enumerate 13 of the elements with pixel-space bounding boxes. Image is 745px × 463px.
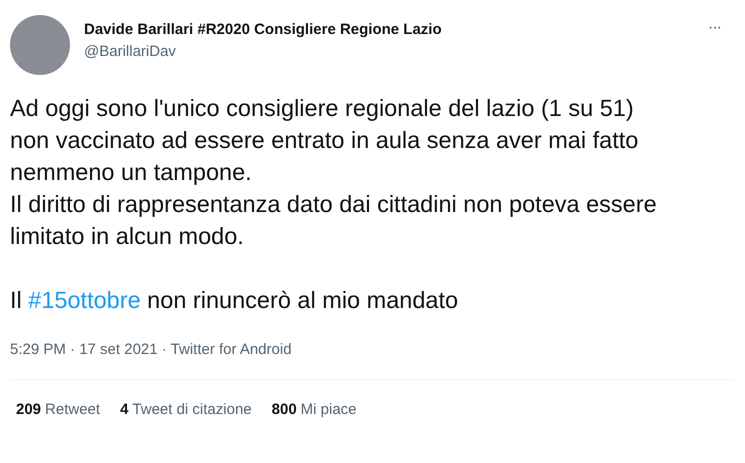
- more-button[interactable]: ···: [708, 19, 721, 37]
- stat-label[interactable]: Tweet di citazione: [132, 401, 252, 418]
- stat-count[interactable]: 4: [120, 401, 128, 418]
- stat-label[interactable]: Mi piace: [300, 401, 357, 418]
- tweet-timestamp[interactable]: 5:29 PM · 17 set 2021 · Twitter for Android: [10, 341, 292, 358]
- stat-label[interactable]: Retweet: [45, 401, 100, 418]
- tweet-text: Il diritto di rappresentanza dato dai cittadini non poteva essere limitato in alcun modo.: [10, 190, 658, 251]
- stat-count[interactable]: 800: [272, 401, 297, 418]
- tweet-text: Ad oggi sono l'unico consigliere regionale del lazio (1 su 51) non vaccinato ad essere entrato in aula senza aver mai fatto nemmeno un tampone.: [10, 94, 640, 187]
- author-handle[interactable]: @BarillariDav: [84, 43, 708, 60]
- tweet-text: Il #15ottobre non rinuncerò al mio mandato: [10, 286, 460, 315]
- author-name[interactable]: Davide Barillari #R2020 Consigliere Regione Lazio: [84, 21, 708, 38]
- stat-count[interactable]: 209: [16, 401, 42, 418]
